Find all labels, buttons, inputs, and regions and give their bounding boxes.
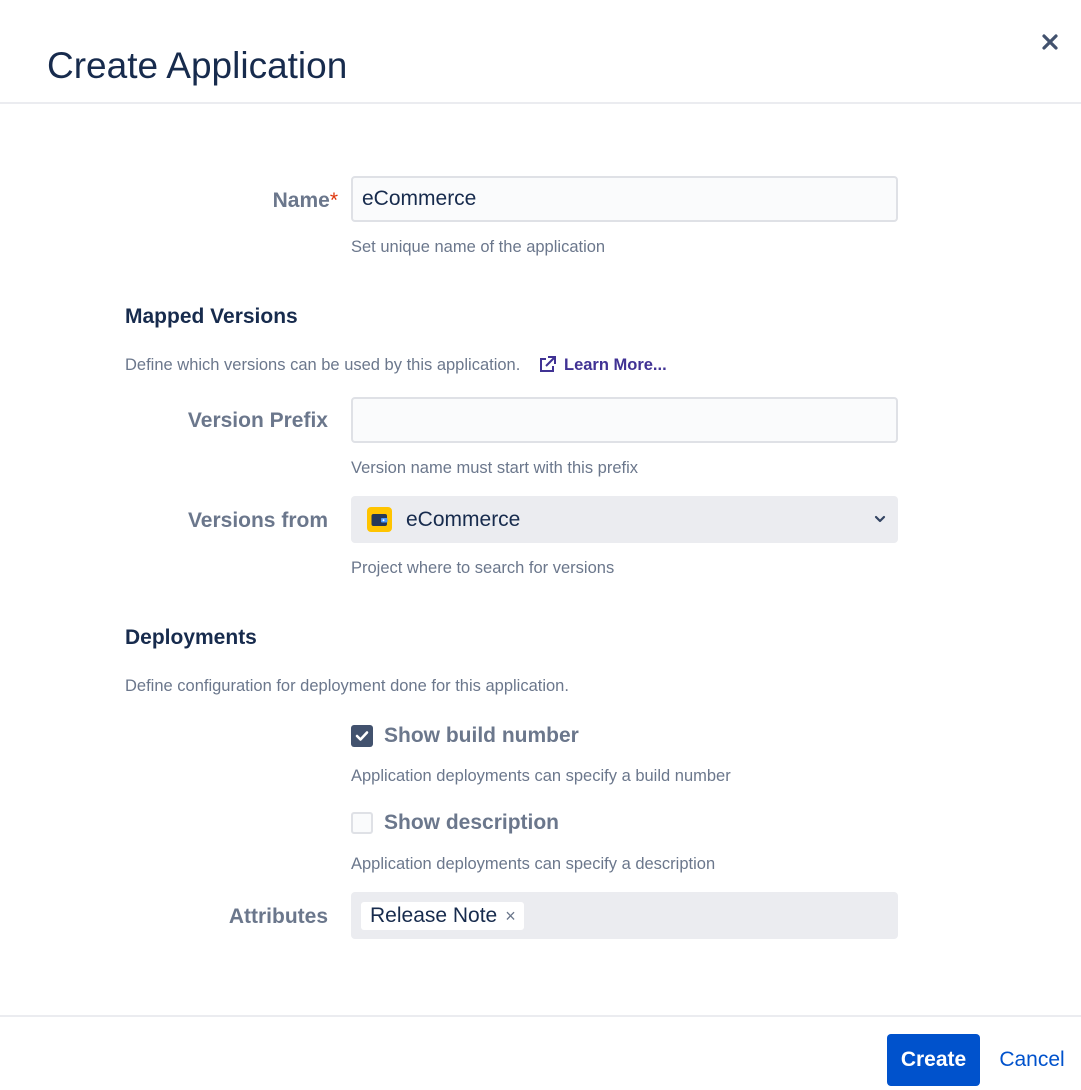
attributes-multiselect[interactable]: Release Note × <box>351 892 898 939</box>
close-button[interactable] <box>1036 28 1064 56</box>
versions-from-label: Versions from <box>187 509 328 532</box>
show-description-label: Show description <box>384 811 560 834</box>
create-application-dialog: Create Application Name* Set unique name… <box>0 0 1081 1090</box>
learn-more-link[interactable]: Learn More... <box>537 355 667 375</box>
deployments-title: Deployments <box>125 626 257 649</box>
external-link-icon <box>540 356 556 372</box>
version-prefix-input[interactable] <box>351 397 898 443</box>
attributes-label: Attributes <box>228 905 328 928</box>
show-build-number-checkbox[interactable]: Show build number <box>351 724 579 748</box>
version-prefix-label: Version Prefix <box>187 409 328 432</box>
show-description-help-text: Application deployments can specify a de… <box>351 855 716 873</box>
create-button[interactable]: Create <box>887 1034 980 1086</box>
wallet-icon <box>367 507 392 532</box>
required-asterisk: * <box>329 189 338 212</box>
checkbox-unchecked-icon <box>351 812 373 834</box>
dialog-title: Create Application <box>47 45 348 86</box>
name-label: Name* <box>272 189 338 212</box>
versions-from-select[interactable]: eCommerce <box>351 496 898 543</box>
cancel-button[interactable]: Cancel <box>990 1034 1074 1086</box>
chevron-down-icon <box>874 515 886 523</box>
name-help-text: Set unique name of the application <box>351 238 606 256</box>
mapped-versions-description: Define which versions can be used by thi… <box>125 356 521 374</box>
remove-tag-icon[interactable]: × <box>505 907 516 925</box>
learn-more-label: Learn More... <box>564 356 667 374</box>
versions-from-value: eCommerce <box>406 507 521 531</box>
show-build-number-label: Show build number <box>384 724 579 747</box>
deployments-description: Define configuration for deployment done… <box>125 677 569 695</box>
version-prefix-help-text: Version name must start with this prefix <box>351 459 639 477</box>
attribute-tag: Release Note × <box>361 901 524 930</box>
show-build-number-help-text: Application deployments can specify a bu… <box>351 767 731 785</box>
name-input[interactable] <box>351 176 898 222</box>
attribute-tag-label: Release Note <box>370 903 498 927</box>
checkbox-checked-icon <box>351 725 373 747</box>
show-description-checkbox[interactable]: Show description <box>351 811 559 835</box>
dialog-header: Create Application <box>0 0 1081 104</box>
versions-from-help-text: Project where to search for versions <box>351 559 615 577</box>
mapped-versions-title: Mapped Versions <box>125 305 298 328</box>
close-icon <box>1042 34 1058 50</box>
